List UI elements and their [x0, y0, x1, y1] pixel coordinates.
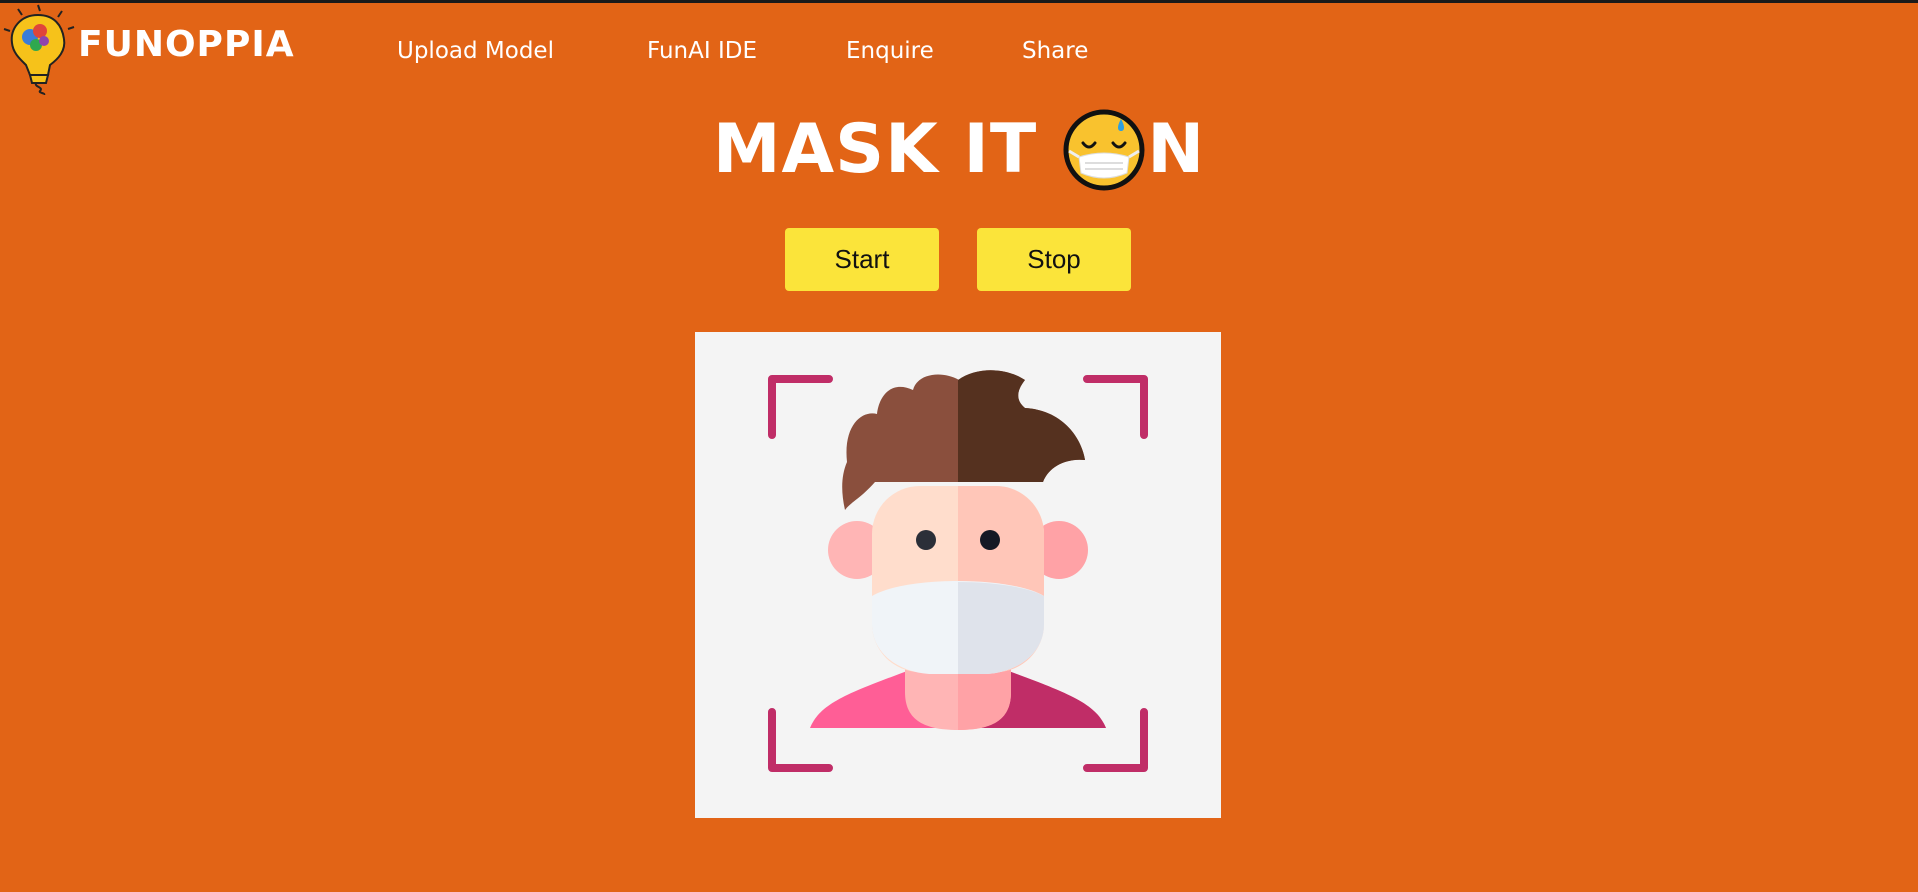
- masked-face-emoji-icon: [1063, 109, 1145, 191]
- nav-share-link[interactable]: Share: [1022, 38, 1088, 64]
- nav-funai-ide-link[interactable]: FunAI IDE: [647, 38, 757, 64]
- brand-logo-link[interactable]: FUNOPPIA: [0, 3, 300, 95]
- stop-button[interactable]: Stop: [977, 228, 1131, 291]
- page-title: MASK IT N: [0, 100, 1918, 200]
- page-title-right: N: [1147, 110, 1206, 189]
- navbar: FUNOPPIA Upload Model FunAI IDE Enquire …: [0, 3, 1918, 95]
- masked-person-face-scan-icon: [768, 370, 1148, 772]
- nav-upload-model-link[interactable]: Upload Model: [397, 38, 554, 64]
- lightbulb-logo-icon: [3, 4, 75, 95]
- nav-enquire-link[interactable]: Enquire: [846, 38, 934, 64]
- webcam-preview: [695, 332, 1221, 818]
- brand-name: FUNOPPIA: [78, 24, 295, 65]
- start-button[interactable]: Start: [785, 228, 939, 291]
- page-title-left: MASK IT: [712, 110, 1038, 189]
